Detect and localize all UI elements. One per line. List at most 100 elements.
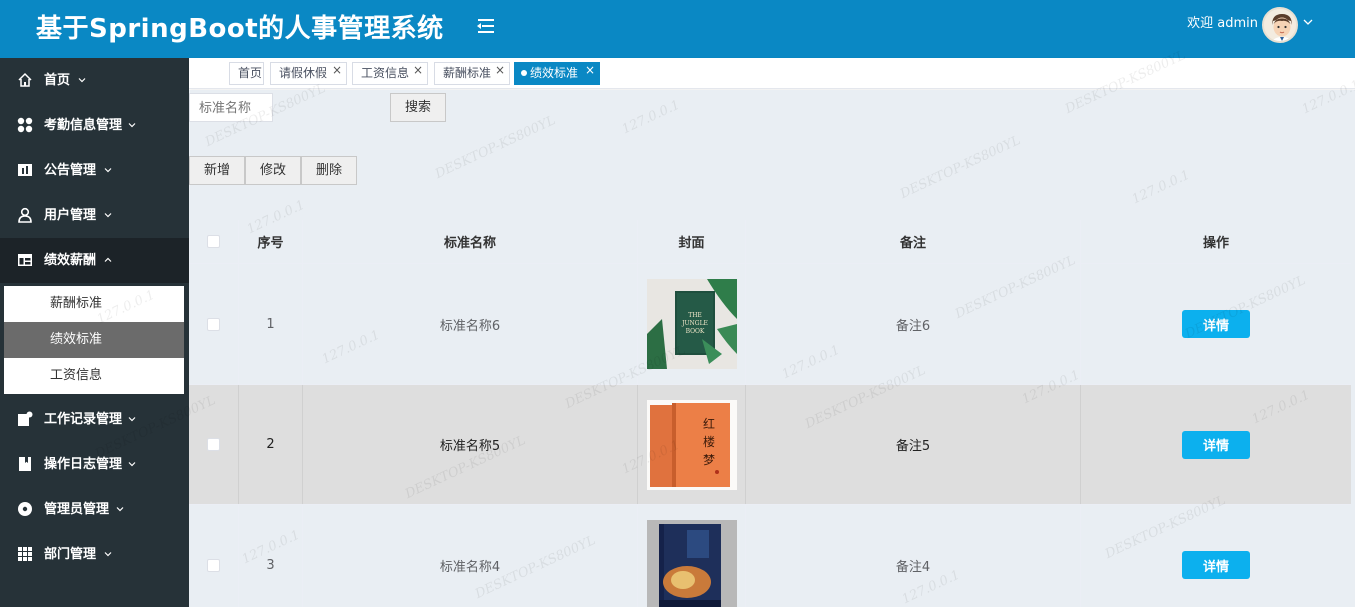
row-remark: 备注6 [746, 264, 1081, 384]
sidebar-item-label: 公告管理 [44, 163, 97, 178]
sidebar-item-user[interactable]: 用户管理 [0, 193, 189, 238]
sidebar-item-home[interactable]: 首页 [0, 58, 189, 103]
close-icon[interactable]: × [585, 60, 595, 81]
chevron-down-icon [104, 168, 112, 173]
column-header: 序号 [239, 220, 303, 263]
row-remark: 备注4 [746, 505, 1081, 607]
sidebar-item-notice[interactable]: 公告管理 [0, 148, 189, 193]
tab-home[interactable]: 首页 [229, 62, 264, 85]
sidebar-item-admin[interactable]: 管理员管理 [0, 487, 189, 532]
sidebar: 首页 考勤信息管理 公告管理 用户管理 绩效薪酬 薪酬标准 绩效标准 工资信息 … [0, 58, 189, 607]
svg-text:楼: 楼 [702, 434, 714, 449]
app-title: 基于SpringBoot的人事管理系统 [36, 14, 444, 44]
sidebar-item-attendance[interactable]: 考勤信息管理 [0, 103, 189, 148]
svg-text:THE: THE [688, 312, 702, 319]
detail-button[interactable]: 详情 [1182, 551, 1250, 579]
add-button[interactable]: 新增 [189, 156, 245, 185]
row-cover-cell: THE JUNGLE BOOK [638, 264, 746, 384]
detail-button[interactable]: 详情 [1182, 310, 1250, 338]
menu-toggle-icon[interactable] [476, 16, 496, 36]
column-header: 操作 [1202, 236, 1229, 251]
row-checkbox[interactable] [207, 438, 220, 451]
book-icon [19, 457, 31, 471]
tab-label: 薪酬标准 [443, 66, 492, 80]
row-select-cell [189, 385, 239, 504]
close-icon[interactable]: × [413, 60, 423, 81]
tab-label: 绩效标准 [530, 66, 579, 80]
row-action-cell: 详情 [1081, 385, 1351, 504]
row-checkbox[interactable] [207, 558, 220, 572]
table-header-row: 序号 标准名称 封面 备注 操作 [189, 220, 1351, 264]
select-all-checkbox[interactable] [207, 235, 220, 248]
table-icon [18, 254, 32, 266]
chevron-down-icon [78, 78, 86, 83]
welcome-text: 欢迎 admin [1187, 16, 1258, 31]
sidebar-item-label: 管理员管理 [44, 502, 110, 517]
detail-button[interactable]: 详情 [1182, 430, 1250, 459]
sidebar-item-performance[interactable]: 绩效薪酬 [0, 238, 189, 283]
chevron-down-icon [128, 462, 136, 467]
submenu-item-salary-info[interactable]: 工资信息 [4, 358, 184, 394]
svg-text:红: 红 [702, 416, 714, 431]
main-content: 搜索 新增 修改 删除 序号 标准名称 封面 备注 操作 1 标准名称6 [189, 90, 1355, 607]
tab-label: 首页 [238, 66, 263, 80]
tab-leave[interactable]: 请假休假 × [270, 62, 347, 85]
chevron-up-icon [104, 257, 112, 262]
tab-bar: 首页 请假休假 × 工资信息 × 薪酬标准 × 绩效标准 × [189, 58, 1355, 89]
row-cover-cell: 红 楼 梦 [638, 385, 746, 504]
row-action-cell: 详情 [1081, 505, 1351, 607]
edit-button[interactable]: 修改 [245, 156, 301, 185]
cover-image: THE JUNGLE BOOK [646, 279, 737, 369]
submenu-item-performance-standard[interactable]: 绩效标准 [4, 322, 184, 358]
record-icon [18, 411, 33, 426]
avatar[interactable] [1262, 7, 1298, 43]
table-row: 2 标准名称5 红 楼 梦 备注5 详情 [189, 385, 1351, 505]
close-icon[interactable]: × [495, 60, 505, 81]
sidebar-item-label: 部门管理 [44, 547, 97, 562]
sidebar-item-label: 工作记录管理 [44, 412, 123, 427]
tab-salary-standard[interactable]: 薪酬标准 × [434, 62, 510, 85]
home-icon [18, 72, 32, 87]
row-name: 标准名称4 [303, 505, 638, 607]
cover-image [646, 520, 737, 607]
cover-image: 红 楼 梦 [646, 399, 737, 490]
svg-text:BOOK: BOOK [685, 328, 704, 335]
sidebar-item-label: 用户管理 [44, 208, 97, 223]
chevron-down-icon [116, 507, 124, 512]
sidebar-item-work-record[interactable]: 工作记录管理 [0, 397, 189, 442]
chevron-down-icon[interactable] [1303, 17, 1313, 27]
apps-icon [17, 117, 33, 133]
row-index: 1 [239, 264, 303, 384]
sidebar-item-operation-log[interactable]: 操作日志管理 [0, 442, 189, 487]
svg-text:梦: 梦 [702, 453, 714, 467]
table-row: 3 标准名称4 备注4 详情 [189, 505, 1351, 607]
tab-salary-info[interactable]: 工资信息 × [352, 62, 428, 85]
chevron-down-icon [128, 417, 136, 422]
chevron-down-icon [128, 123, 136, 128]
row-index: 3 [239, 505, 303, 607]
row-checkbox[interactable] [207, 317, 220, 331]
svg-text:JUNGLE: JUNGLE [681, 320, 708, 327]
search-button[interactable]: 搜索 [390, 93, 446, 122]
user-icon [18, 207, 32, 223]
close-icon[interactable]: × [332, 60, 342, 81]
sidebar-item-label: 首页 [44, 73, 71, 88]
submenu-performance: 薪酬标准 绩效标准 工资信息 [4, 286, 184, 394]
active-dot-icon [521, 69, 527, 76]
search-input[interactable] [189, 93, 273, 122]
column-header: 封面 [638, 220, 746, 263]
row-name: 标准名称5 [303, 385, 638, 504]
row-name: 标准名称6 [303, 264, 638, 384]
submenu-item-salary-standard[interactable]: 薪酬标准 [4, 286, 184, 322]
sidebar-item-department[interactable]: 部门管理 [0, 532, 189, 577]
select-all-cell [189, 220, 239, 263]
sidebar-item-label: 考勤信息管理 [44, 118, 123, 133]
chart-icon [18, 164, 32, 176]
sidebar-item-label: 操作日志管理 [44, 457, 123, 472]
tab-label: 工资信息 [361, 66, 410, 80]
row-action-cell: 详情 [1081, 264, 1351, 384]
delete-button[interactable]: 删除 [301, 156, 357, 185]
column-header: 备注 [746, 220, 1081, 263]
tab-performance-standard[interactable]: 绩效标准 × [514, 62, 600, 85]
grid-icon [18, 547, 32, 561]
